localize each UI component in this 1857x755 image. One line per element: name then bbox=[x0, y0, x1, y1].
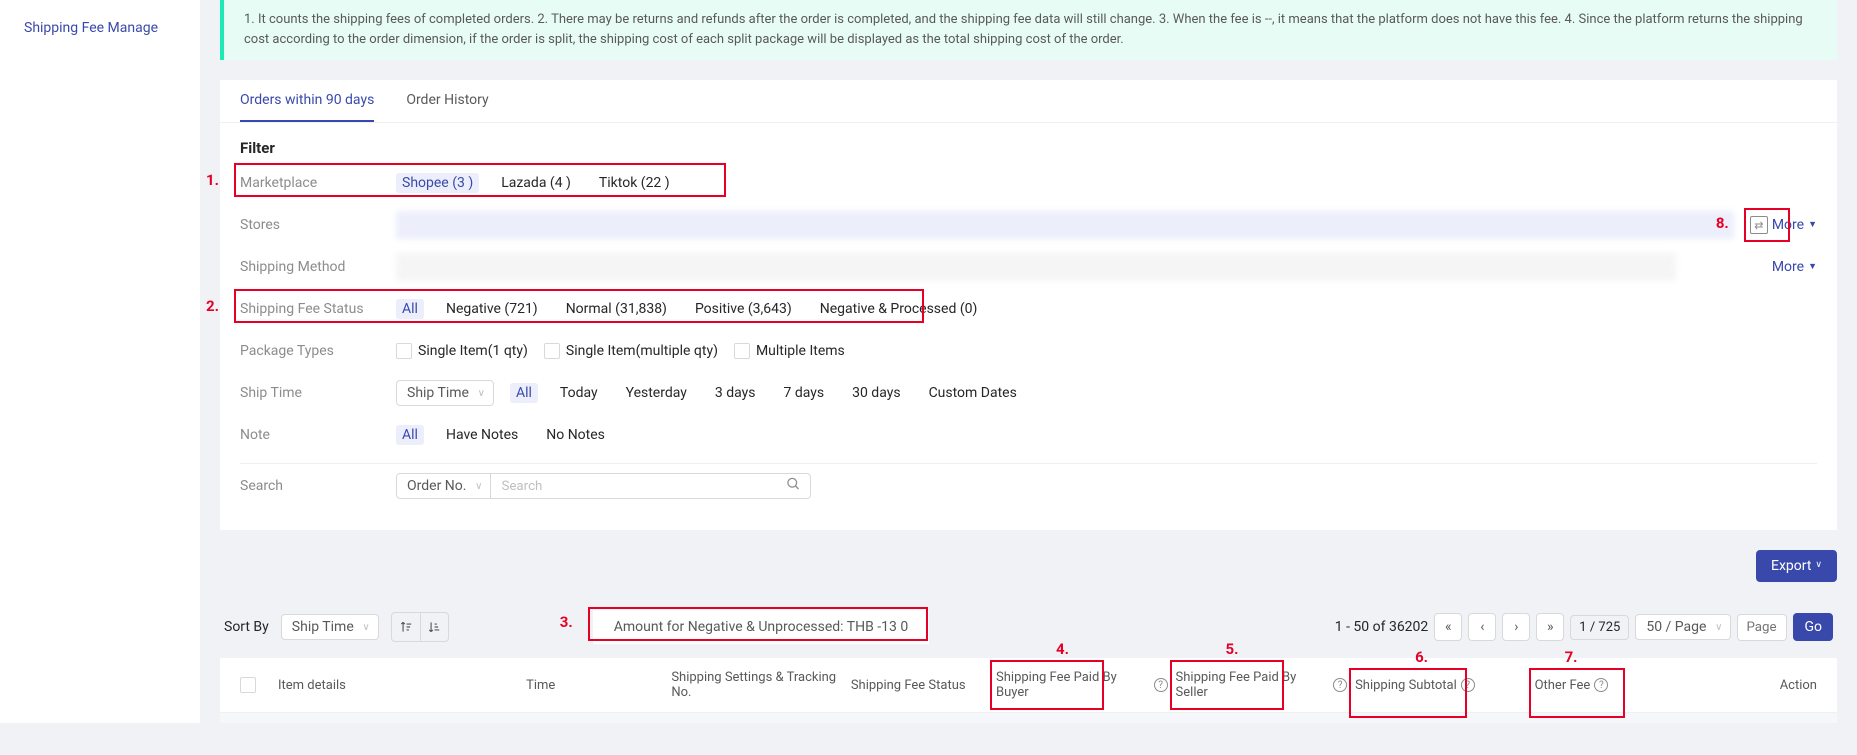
chevron-down-icon: ▼ bbox=[1808, 219, 1817, 230]
label-search: Search bbox=[240, 478, 380, 494]
help-icon[interactable]: ? bbox=[1594, 678, 1608, 692]
ship-time-select[interactable]: Ship Time∨ bbox=[396, 380, 494, 406]
status-positive[interactable]: Positive (3,643) bbox=[689, 299, 798, 319]
shipping-method-values[interactable] bbox=[396, 253, 1676, 281]
note-none[interactable]: No Notes bbox=[540, 425, 611, 445]
label-shipping-method: Shipping Method bbox=[240, 259, 380, 275]
page-jump-input[interactable] bbox=[1737, 614, 1787, 641]
search-type-select[interactable]: Order No.∨ bbox=[396, 473, 491, 499]
shiptime-custom[interactable]: Custom Dates bbox=[923, 383, 1023, 403]
label-note: Note bbox=[240, 427, 380, 443]
filter-icon: ⇄ bbox=[1750, 216, 1768, 234]
chevron-down-icon: ▼ bbox=[1808, 261, 1817, 272]
marketplace-tiktok[interactable]: Tiktok (22 ) bbox=[593, 173, 676, 193]
shipping-method-more[interactable]: More ▼ bbox=[1772, 259, 1817, 275]
stores-more[interactable]: ⇄ More ▼ 8. bbox=[1750, 216, 1817, 234]
label-status: Shipping Fee Status bbox=[240, 301, 380, 317]
page-next[interactable]: › bbox=[1502, 613, 1530, 641]
shiptime-7days[interactable]: 7 days bbox=[777, 383, 830, 403]
pkg-multiple[interactable]: Multiple Items bbox=[734, 343, 845, 359]
status-negative-processed[interactable]: Negative & Processed (0) bbox=[814, 299, 984, 319]
label-package-types: Package Types bbox=[240, 343, 380, 359]
select-all-checkbox[interactable] bbox=[240, 677, 256, 693]
shiptime-yesterday[interactable]: Yesterday bbox=[620, 383, 693, 403]
label-marketplace: Marketplace bbox=[240, 175, 380, 191]
col-other-fee: Other Fee? 7. bbox=[1535, 678, 1672, 693]
col-subtotal: Shipping Subtotal? 6. bbox=[1355, 678, 1527, 693]
sort-by-label: Sort By bbox=[224, 619, 269, 635]
search-icon[interactable] bbox=[786, 477, 801, 496]
go-button[interactable]: Go bbox=[1793, 613, 1833, 641]
col-shipping-settings: Shipping Settings & Tracking No. bbox=[671, 670, 843, 700]
page-range: 1 - 50 of 36202 bbox=[1335, 619, 1429, 635]
pkg-single-1[interactable]: Single Item(1 qty) bbox=[396, 343, 528, 359]
status-all[interactable]: All bbox=[396, 299, 424, 319]
label-stores: Stores bbox=[240, 217, 380, 233]
pkg-single-multi[interactable]: Single Item(multiple qty) bbox=[544, 343, 718, 359]
col-action: Action bbox=[1680, 678, 1817, 693]
col-item-details: Item details bbox=[278, 678, 518, 693]
help-icon[interactable]: ? bbox=[1461, 678, 1475, 692]
help-icon[interactable]: ? bbox=[1154, 678, 1168, 692]
page-size-select[interactable]: 50 / Page∨ bbox=[1635, 614, 1731, 640]
tab-order-history[interactable]: Order History bbox=[406, 80, 488, 122]
label-ship-time: Ship Time bbox=[240, 385, 380, 401]
col-paid-by-buyer: Shipping Fee Paid By Buyer? 4. bbox=[996, 670, 1168, 700]
marketplace-lazada[interactable]: Lazada (4 ) bbox=[495, 173, 577, 193]
info-notice: 1. It counts the shipping fees of comple… bbox=[220, 0, 1837, 60]
filter-heading: Filter bbox=[240, 139, 1817, 157]
shiptime-30days[interactable]: 30 days bbox=[846, 383, 906, 403]
note-all[interactable]: All bbox=[396, 425, 424, 445]
shiptime-3days[interactable]: 3 days bbox=[709, 383, 762, 403]
page-indicator: 1 / 725 bbox=[1570, 615, 1629, 640]
col-fee-status: Shipping Fee Status bbox=[851, 678, 988, 693]
search-input[interactable] bbox=[491, 473, 811, 499]
sort-select[interactable]: Ship Time∨ bbox=[281, 614, 379, 640]
tab-orders-90-days[interactable]: Orders within 90 days bbox=[240, 80, 374, 122]
page-first[interactable]: « bbox=[1434, 613, 1462, 641]
toolbar: Sort By Ship Time∨ Amount for Negative &… bbox=[220, 610, 1837, 644]
page-last[interactable]: » bbox=[1536, 613, 1564, 641]
sidebar: Shipping Fee Manage bbox=[0, 0, 200, 723]
stores-values[interactable] bbox=[396, 211, 1734, 239]
note-have[interactable]: Have Notes bbox=[440, 425, 524, 445]
sort-asc-icon[interactable] bbox=[392, 613, 420, 641]
filter-panel: Filter Marketplace Shopee (3 ) Lazada (4… bbox=[220, 123, 1837, 530]
shiptime-all[interactable]: All bbox=[510, 383, 538, 403]
status-negative[interactable]: Negative (721) bbox=[440, 299, 544, 319]
sidebar-link-shipping-fee[interactable]: Shipping Fee Manage bbox=[0, 12, 200, 44]
help-icon[interactable]: ? bbox=[1333, 678, 1347, 692]
page-prev[interactable]: ‹ bbox=[1468, 613, 1496, 641]
col-paid-by-seller: Shipping Fee Paid By Seller? 5. bbox=[1176, 670, 1348, 700]
col-time: Time bbox=[526, 678, 663, 693]
export-button[interactable]: Export∨ bbox=[1756, 550, 1837, 582]
sort-desc-icon[interactable] bbox=[420, 613, 448, 641]
marketplace-shopee[interactable]: Shopee (3 ) bbox=[396, 173, 479, 193]
results-table: Item details Time Shipping Settings & Tr… bbox=[220, 658, 1837, 723]
status-normal[interactable]: Normal (31,838) bbox=[560, 299, 673, 319]
amount-negative-unprocessed: Amount for Negative & Unprocessed: THB -… bbox=[593, 610, 929, 644]
table-row bbox=[220, 713, 1837, 723]
shiptime-today[interactable]: Today bbox=[554, 383, 604, 403]
tabs: Orders within 90 days Order History bbox=[220, 80, 1837, 123]
